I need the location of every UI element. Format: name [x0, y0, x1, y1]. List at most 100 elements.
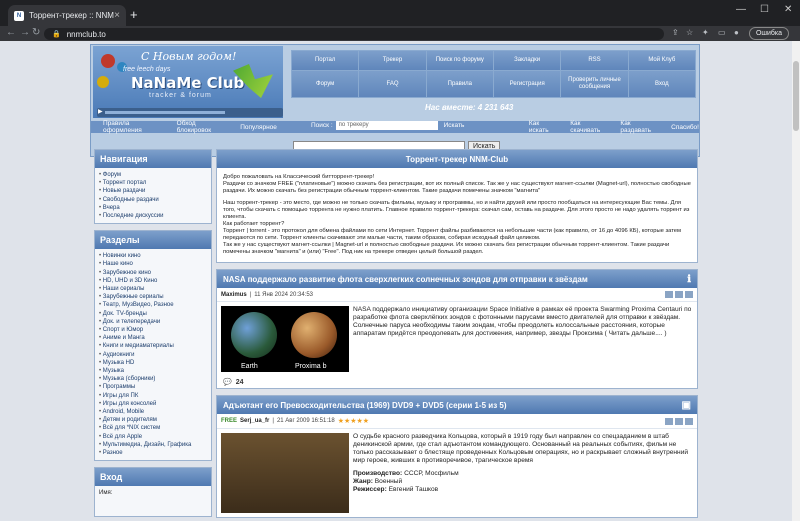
menu-tracker[interactable]: Трекер — [359, 51, 426, 70]
section-item[interactable]: Всё для *NIX систем — [99, 424, 207, 432]
intro-box: Торрент-трекер NNM-Club Добро пожаловать… — [216, 149, 698, 263]
login-name-label: Имя: — [99, 490, 113, 497]
menu-rules[interactable]: Правила — [426, 71, 493, 97]
menu-bookmarks[interactable]: Закладки — [494, 51, 561, 70]
proxima-label: Proxima b — [295, 363, 327, 370]
nav-item[interactable]: Свободные раздачи — [99, 196, 207, 204]
link-how-search[interactable]: Как искать — [529, 120, 556, 134]
share-icon[interactable] — [675, 417, 683, 425]
section-item[interactable]: Новинки кино — [99, 252, 207, 260]
section-item[interactable]: Всё для Apple — [99, 433, 207, 441]
nav-item[interactable]: Форум — [99, 171, 207, 179]
address-bar[interactable]: 🔒 nnmclub.to — [44, 28, 664, 40]
nav-item[interactable]: Торрент портал — [99, 179, 207, 187]
back-icon[interactable]: ← — [6, 27, 16, 38]
link-how-download[interactable]: Как скачивать — [570, 120, 606, 134]
player-progress[interactable] — [105, 111, 225, 114]
profile-icon[interactable]: ● — [734, 28, 739, 37]
section-item[interactable]: Наши сериалы — [99, 285, 207, 293]
section-item[interactable]: Музыка (сборники) — [99, 375, 207, 383]
section-item[interactable]: Музыка — [99, 367, 207, 375]
section-item[interactable]: Игры для ПК — [99, 392, 207, 400]
section-item[interactable]: Android, Mobile — [99, 408, 207, 416]
close-window-icon[interactable]: ✕ — [784, 4, 792, 15]
section-item[interactable]: Театр, МузВидео, Разное — [99, 301, 207, 309]
intro-title: Торрент-трекер NNM-Club — [217, 150, 697, 168]
sidebar-icon[interactable]: ▭ — [718, 28, 726, 37]
error-button[interactable]: Ошибка — [749, 27, 789, 40]
torrent-poster[interactable] — [221, 433, 349, 513]
link-thanks[interactable]: Спасибо! — [671, 124, 699, 131]
share-icon[interactable] — [665, 417, 673, 425]
section-item[interactable]: Игры для консолей — [99, 400, 207, 408]
share-icon[interactable] — [685, 291, 693, 298]
bookmark-icon[interactable]: ☆ — [686, 28, 693, 37]
section-item[interactable]: Детям и родителям — [99, 416, 207, 424]
minimize-icon[interactable]: — — [736, 4, 746, 15]
forward-icon[interactable]: → — [20, 27, 30, 38]
link-bypass[interactable]: Обход блокировок — [177, 120, 225, 134]
section-item[interactable]: Мультимедиа, Дизайн, Графика — [99, 441, 207, 449]
section-item[interactable]: Музыка HD — [99, 359, 207, 367]
menu-forum[interactable]: Форум — [292, 71, 359, 97]
post-image[interactable]: Earth Proxima b — [221, 306, 349, 372]
banner-greeting: С Новым годом! — [141, 50, 237, 63]
section-item[interactable]: Зарубежное кино — [99, 269, 207, 277]
share-icon[interactable] — [675, 291, 683, 298]
menu-faq[interactable]: FAQ — [359, 71, 426, 97]
link-how-seed[interactable]: Как раздавать — [620, 120, 657, 134]
browser-tab[interactable]: N Торрент-трекер :: NNM-Club × — [8, 5, 126, 26]
section-item[interactable]: Аниме и Манга — [99, 334, 207, 342]
section-item[interactable]: Зарубежные сериалы — [99, 293, 207, 301]
section-item[interactable]: Док. TV-бренды — [99, 310, 207, 318]
section-item[interactable]: Аудиокниги — [99, 351, 207, 359]
scrollbar-thumb[interactable] — [793, 61, 799, 131]
section-item[interactable]: Книги и медиаматериалы — [99, 342, 207, 350]
reload-icon[interactable]: ↻ — [32, 27, 40, 38]
tracker-search-button[interactable]: Искать — [444, 122, 465, 129]
share-icon[interactable]: ⇪ — [672, 28, 679, 37]
nav-item[interactable]: Последние дискуссии — [99, 212, 207, 220]
torrent-date: 21 Авг 2009 16:51:18 — [276, 418, 335, 424]
post-title[interactable]: NASA поддержало развитие флота сверхлегк… — [223, 275, 588, 284]
ornament-icon — [101, 54, 115, 68]
link-popular[interactable]: Популярное — [240, 124, 277, 131]
audio-player[interactable]: ▶ — [97, 108, 283, 117]
play-icon[interactable]: ▶ — [98, 108, 103, 115]
maximize-icon[interactable]: ☐ — [760, 4, 769, 15]
page-scrollbar[interactable] — [792, 41, 800, 521]
share-icon[interactable] — [685, 417, 693, 425]
menu-portal[interactable]: Портал — [292, 51, 359, 70]
menu-my-club[interactable]: Мой Клуб — [628, 51, 695, 70]
intro-line: Так же у нас существуют магнет-ссылки | … — [223, 242, 670, 255]
menu-login[interactable]: Вход — [628, 71, 695, 97]
section-item[interactable]: Спорт и Юмор — [99, 326, 207, 334]
logo-subtitle: tracker & forum — [149, 92, 212, 99]
share-icon[interactable] — [665, 291, 673, 298]
news-post: NASA поддержало развитие флота сверхлегк… — [216, 269, 698, 389]
section-item[interactable]: Док. и телепередачи — [99, 318, 207, 326]
site-banner[interactable]: С Новым годом! free leech days NaNaMe Cl… — [93, 46, 283, 118]
menu-messages[interactable]: Проверить личные сообщения — [561, 71, 628, 97]
comments[interactable]: 💬 24 — [217, 376, 697, 388]
nav-item[interactable]: Новые раздачи — [99, 187, 207, 195]
link-rules[interactable]: Правила оформления — [103, 120, 161, 134]
torrent-title[interactable]: Адъютант его Превосходительства (1969) D… — [223, 401, 507, 410]
extensions-icon[interactable]: ✦ — [702, 28, 709, 37]
post-author[interactable]: Maximus — [221, 292, 247, 298]
menu-forum-search[interactable]: Поиск по форуму — [426, 51, 493, 70]
new-tab-icon[interactable]: + — [130, 7, 138, 22]
info-icon[interactable]: ℹ — [687, 274, 691, 285]
menu-rss[interactable]: RSS — [561, 51, 628, 70]
tracker-search-input[interactable]: по трекеру — [335, 121, 438, 130]
section-item[interactable]: Разное — [99, 449, 207, 457]
nav-item[interactable]: Вчера — [99, 204, 207, 212]
close-tab-icon[interactable]: × — [114, 10, 120, 21]
section-item[interactable]: Наше кино — [99, 260, 207, 268]
section-item[interactable]: HD, UHD и 3D Кино — [99, 277, 207, 285]
tv-icon[interactable]: ▣ — [682, 400, 691, 411]
section-item[interactable]: Программы — [99, 383, 207, 391]
menu-register[interactable]: Регистрация — [494, 71, 561, 97]
site-logo: NaNaMe Club — [131, 74, 245, 92]
torrent-author[interactable]: Serj_ua_fr — [240, 418, 269, 424]
